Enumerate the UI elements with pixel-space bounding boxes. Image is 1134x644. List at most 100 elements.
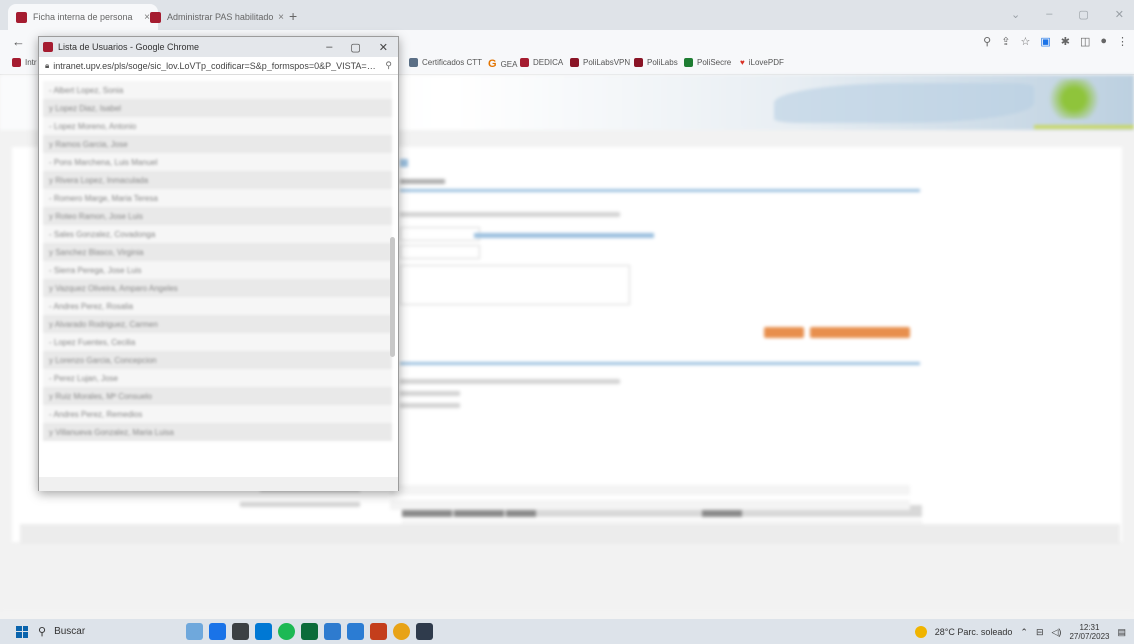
tab-label: Ficha interna de persona [33, 12, 133, 22]
zoom-icon[interactable]: ⚲ [385, 60, 392, 71]
new-tab-button[interactable]: + [289, 8, 297, 24]
page-footer [20, 524, 1120, 544]
table-row-left[interactable] [240, 502, 360, 507]
form-input[interactable] [400, 227, 480, 241]
share-icon[interactable]: ⇪ [1001, 35, 1010, 48]
taskview-icon[interactable] [209, 623, 226, 640]
list-item[interactable]: - Pons Marchena, Luis Manuel [43, 153, 392, 171]
bookmark-intr[interactable]: Intr [12, 58, 37, 67]
list-item[interactable]: - Perez Lujan, Jose [43, 369, 392, 387]
network-icon[interactable]: ⊟ [1036, 627, 1044, 638]
maximize-button[interactable]: ▢ [1078, 8, 1088, 21]
polilabs-favicon-icon [634, 58, 643, 67]
bookmark-gea[interactable]: G GEA [488, 58, 517, 70]
bookmark-polilabsvpn[interactable]: PoliLabsVPN [570, 58, 630, 67]
spotify-icon[interactable] [278, 623, 295, 640]
list-item[interactable]: y Ruiz Morales, Mª Consuelo [43, 387, 392, 405]
popup-close-button[interactable]: ✕ [379, 41, 388, 54]
minimize-button[interactable]: – [1046, 8, 1052, 21]
list-item[interactable]: y Roteo Ramon, Jose Luis [43, 207, 392, 225]
table-row[interactable] [390, 485, 910, 495]
browser-tabstrip: Ficha interna de persona × Administrar P… [0, 0, 1134, 30]
widgets-icon[interactable] [186, 623, 203, 640]
polilabs-favicon-icon [570, 58, 579, 67]
tab-search-icon[interactable]: ⌄ [1011, 8, 1020, 21]
section-divider [400, 189, 920, 192]
list-item[interactable]: y Villanueva Gonzalez, Maria Luisa [43, 423, 392, 441]
powerpoint-icon[interactable] [370, 623, 387, 640]
form-textarea[interactable] [400, 265, 630, 305]
upv-favicon-icon [16, 11, 27, 23]
form-input[interactable] [400, 245, 480, 259]
clock[interactable]: 12:31 27/07/2023 [1069, 623, 1109, 641]
user-list-popup-window: Lista de Usuarios - Google Chrome – ▢ ✕ … [38, 36, 399, 491]
toolbar-actions: ⚲ ⇪ ☆ ▣ ✱ ◫ ● ⋮ [983, 35, 1128, 48]
bookmark-dedica[interactable]: DEDICA [520, 58, 563, 67]
google-icon: G [488, 58, 497, 70]
popup-minimize-button[interactable]: – [326, 41, 332, 54]
popup-titlebar[interactable]: Lista de Usuarios - Google Chrome – ▢ ✕ [39, 37, 398, 57]
weather-text[interactable]: 28°C Parc. soleado [935, 627, 1013, 637]
chrome-icon[interactable] [393, 623, 410, 640]
clock-date: 27/07/2023 [1069, 632, 1110, 641]
list-item[interactable]: - Andres Perez, Rosalia [43, 297, 392, 315]
upv-favicon-icon [43, 42, 53, 52]
list-item[interactable]: y Sanchez Blasco, Virginia [43, 243, 392, 261]
notifications-icon[interactable]: ▤ [1117, 627, 1126, 638]
list-item[interactable]: y Alvarado Rodriguez, Carmen [43, 315, 392, 333]
bookmark-polilabs[interactable]: PoliLabs [634, 58, 678, 67]
list-item[interactable]: - Andres Perez, Remedios [43, 405, 392, 423]
bookmark-star-icon[interactable]: ☆ [1020, 35, 1030, 48]
back-arrow-icon[interactable]: ← [12, 34, 25, 49]
profile-icon[interactable]: ● [1100, 35, 1107, 48]
multitask-icon[interactable] [232, 623, 249, 640]
app-icon[interactable] [324, 623, 341, 640]
popup-scrollbar[interactable] [390, 237, 395, 357]
bookmark-polisecre[interactable]: PoliSecre [684, 58, 731, 67]
system-tray: 28°C Parc. soleado ⌃ ⊟ ◁) 12:31 27/07/20… [914, 623, 1126, 641]
list-item[interactable]: y Lopez Diaz, Isabel [43, 99, 392, 117]
list-item[interactable]: y Rivera Lopez, Inmaculada [43, 171, 392, 189]
menu-icon[interactable]: ⋮ [1117, 35, 1128, 48]
bookmark-certificados[interactable]: Certificados CTT [409, 58, 482, 67]
list-item[interactable]: - Lopez Fuentes, Cecilia [43, 333, 392, 351]
tab-ficha-interna[interactable]: Ficha interna de persona × [8, 4, 158, 30]
list-item[interactable]: y Ramos Garcia, Jose [43, 135, 392, 153]
puzzle-icon[interactable]: ✱ [1061, 35, 1070, 48]
table-row[interactable] [390, 500, 910, 510]
popup-address-bar[interactable]: 🔒︎ intranet.upv.es/pls/soge/sic_lov.LoVT… [39, 57, 398, 75]
list-item[interactable]: y Vazquez Oliveira, Amparo Angeles [43, 279, 392, 297]
info-line [400, 391, 460, 396]
zoom-icon[interactable]: ⚲ [983, 35, 991, 48]
list-item[interactable]: - Lopez Moreno, Antonio [43, 117, 392, 135]
list-item[interactable]: - Sierra Perega, Jose Luis [43, 261, 392, 279]
extension-icon[interactable]: ▣ [1040, 35, 1050, 48]
word-icon[interactable] [347, 623, 364, 640]
orange-action-button[interactable] [810, 327, 910, 338]
popup-url[interactable]: intranet.upv.es/pls/soge/sic_lov.LoVTp_c… [53, 61, 381, 71]
taskbar-search[interactable]: ⚲ Buscar [38, 619, 148, 644]
bookmark-ilovepdf[interactable]: ♥ iLovePDF [740, 58, 784, 67]
page-bullet [400, 159, 408, 167]
list-item[interactable]: - Albert Lopez, Sonia [43, 81, 392, 99]
selected-value-link[interactable] [474, 233, 654, 238]
popup-window-controls: – ▢ ✕ [326, 41, 388, 54]
close-tab-icon[interactable]: × [278, 12, 284, 23]
files-icon[interactable] [301, 623, 318, 640]
sidepanel-icon[interactable]: ◫ [1080, 35, 1090, 48]
popup-maximize-button[interactable]: ▢ [350, 41, 360, 54]
list-item[interactable]: - Romero Marge, Maria Teresa [43, 189, 392, 207]
terminal-icon[interactable] [416, 623, 433, 640]
list-item[interactable]: y Lorenzo Garcia, Concepcion [43, 351, 392, 369]
windows-start-icon[interactable] [16, 625, 28, 638]
outlook-icon[interactable] [255, 623, 272, 640]
volume-icon[interactable]: ◁) [1052, 627, 1062, 638]
list-item[interactable]: - Sales Gonzalez, Covadonga [43, 225, 392, 243]
lock-icon[interactable]: 🔒︎ [45, 61, 49, 71]
heart-icon: ♥ [740, 58, 745, 67]
tray-chevron-icon[interactable]: ⌃ [1020, 627, 1028, 638]
orange-action-button[interactable] [764, 327, 804, 338]
close-window-button[interactable]: ✕ [1115, 8, 1124, 21]
tab-administrar-pas[interactable]: Administrar PAS habilitado × [142, 4, 292, 30]
info-line [400, 379, 620, 384]
